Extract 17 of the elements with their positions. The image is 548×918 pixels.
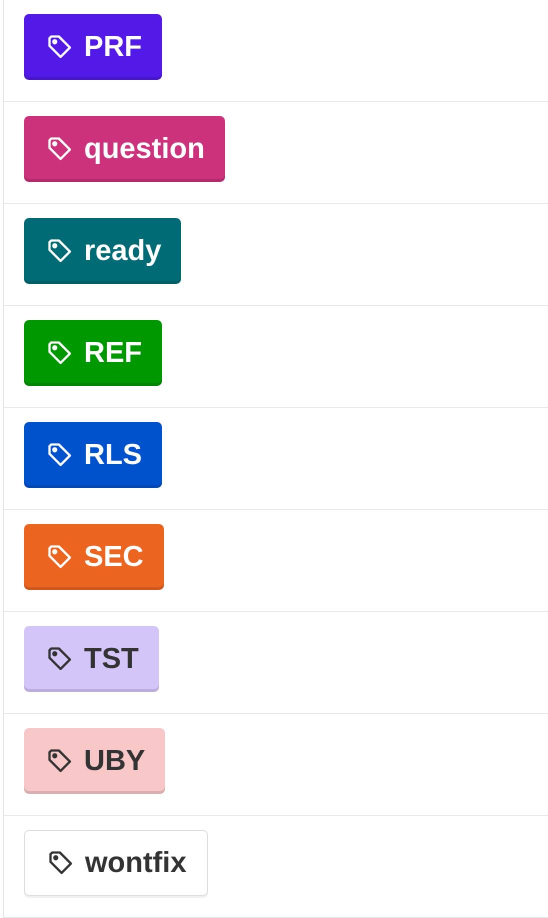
tag-icon bbox=[46, 135, 74, 163]
tag-icon bbox=[46, 339, 74, 367]
label-tag[interactable]: ready bbox=[24, 218, 182, 284]
tag-icon bbox=[46, 543, 74, 571]
label-tag[interactable]: TST bbox=[24, 626, 159, 692]
tag-icon bbox=[46, 441, 74, 469]
tag-icon bbox=[46, 747, 74, 775]
tag-icon bbox=[46, 237, 74, 265]
tag-icon bbox=[46, 645, 74, 673]
tag-icon bbox=[46, 33, 74, 61]
label-tag[interactable]: wontfix bbox=[24, 830, 208, 896]
label-tag[interactable]: UBY bbox=[24, 728, 166, 794]
label-tag[interactable]: question bbox=[24, 116, 225, 182]
label-tag[interactable]: REF bbox=[24, 320, 162, 386]
tag-icon bbox=[47, 849, 75, 877]
label-tag[interactable]: RLS bbox=[24, 422, 162, 488]
label-tag[interactable]: PRF bbox=[24, 14, 162, 80]
